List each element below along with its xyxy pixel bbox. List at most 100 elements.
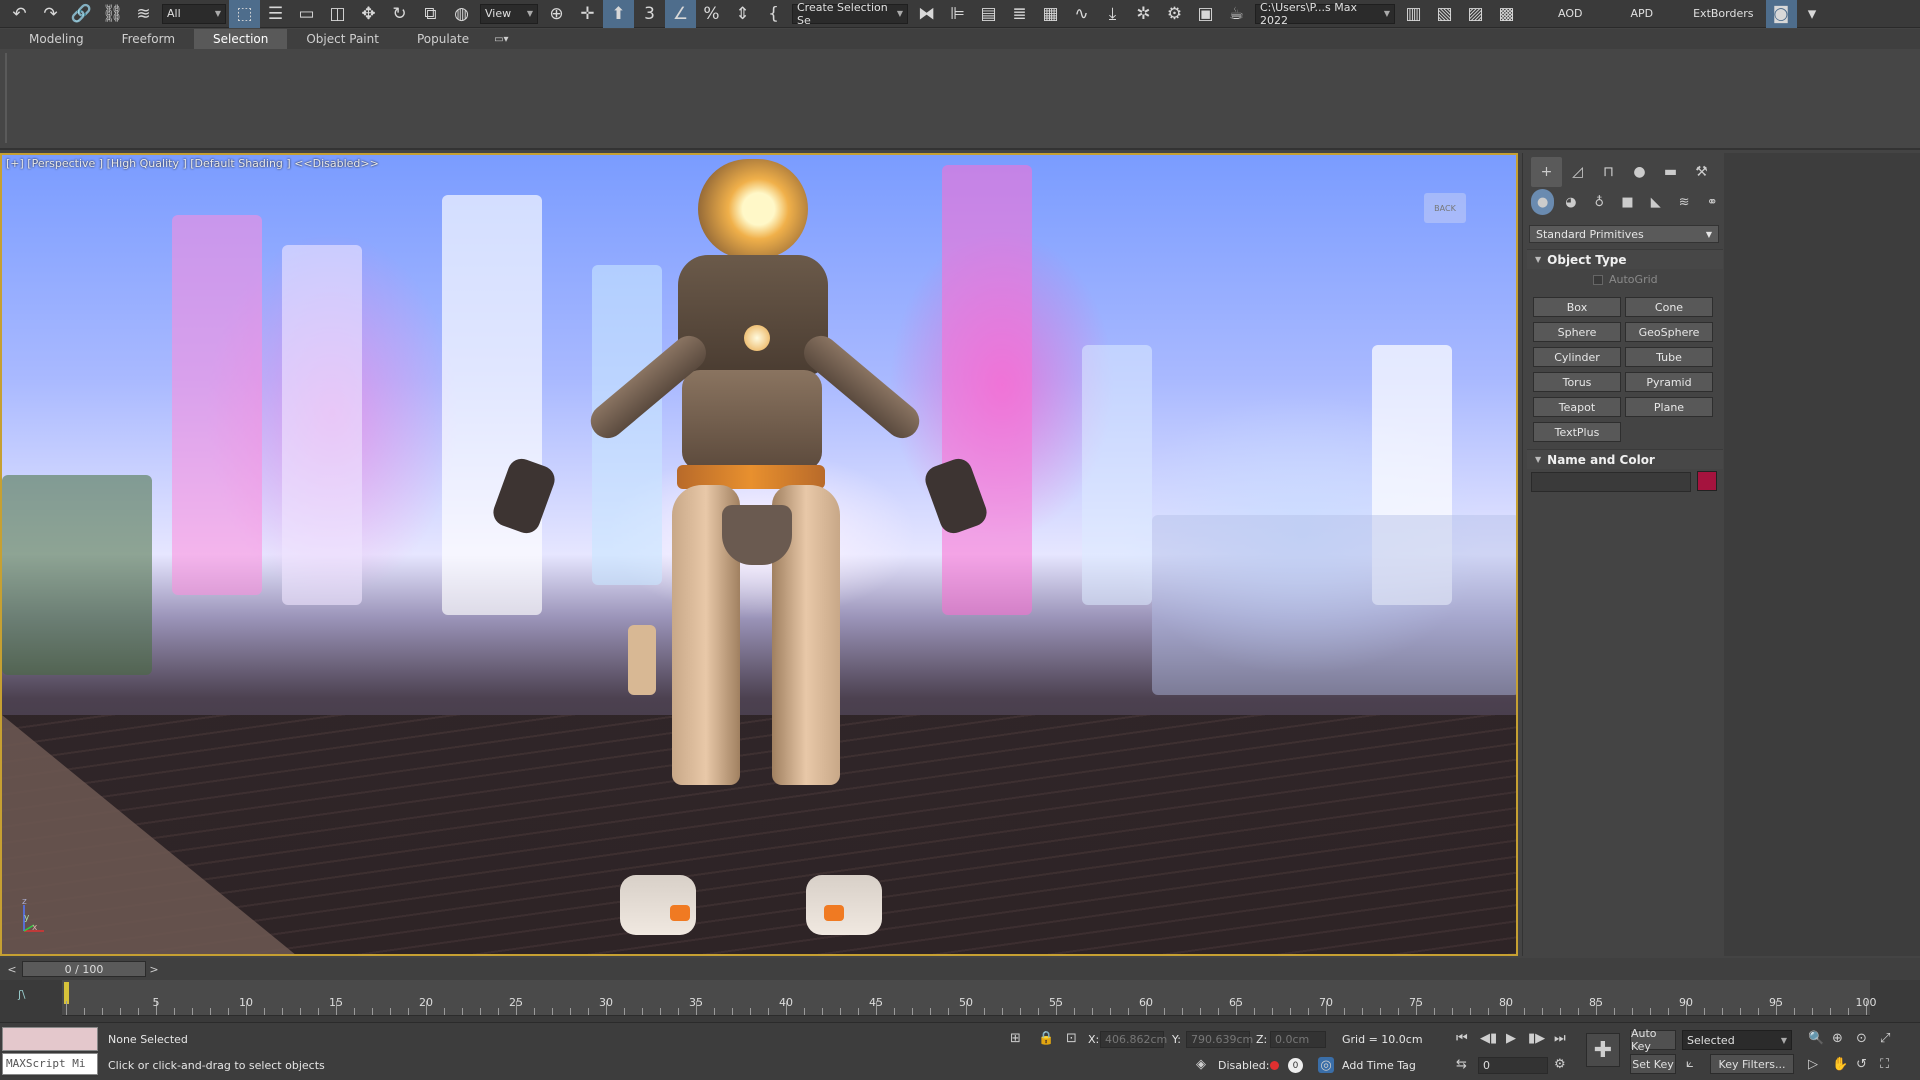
helpers-category-icon[interactable]: ◣ xyxy=(1644,189,1667,215)
select-object-icon[interactable]: ⬚ xyxy=(229,0,260,28)
project-path-dropdown[interactable]: C:\Users\P...s Max 2022 ▼ xyxy=(1255,1,1395,27)
y-coord-input[interactable]: 790.639cm xyxy=(1186,1031,1253,1048)
pan-view-icon[interactable]: ✋ xyxy=(1832,1057,1848,1072)
name-and-color-rollout-header[interactable]: ▼ Name and Color xyxy=(1527,449,1723,469)
edit-named-selection-icon[interactable]: { xyxy=(758,0,789,28)
scene-explorer-icon[interactable]: ▤ xyxy=(973,0,1004,28)
link-icon[interactable]: 🔗 xyxy=(66,0,97,28)
box-button[interactable]: Box xyxy=(1533,297,1621,317)
timer-icon[interactable]: 0 xyxy=(1288,1058,1303,1073)
add-time-tag[interactable]: Add Time Tag xyxy=(1342,1059,1416,1072)
maxscript-output[interactable] xyxy=(2,1027,98,1051)
time-tag-icon[interactable]: ◎ xyxy=(1318,1057,1334,1073)
curve-editor-icon[interactable]: ∿ xyxy=(1066,0,1097,28)
tube-button[interactable]: Tube xyxy=(1625,347,1713,367)
layout-3-icon[interactable]: ▩ xyxy=(1491,0,1522,28)
set-key-big-icon[interactable]: ✚ xyxy=(1586,1033,1620,1067)
keyboard-shortcut-override-icon[interactable]: ⬆ xyxy=(603,0,634,28)
maximize-viewport-icon[interactable]: ⛶ xyxy=(1880,1057,1889,1072)
layout-2-icon[interactable]: ▨ xyxy=(1460,0,1491,28)
motion-tab-icon[interactable]: ● xyxy=(1624,157,1655,187)
sign-in-icon[interactable]: ◙ xyxy=(1765,0,1797,28)
viewport-label[interactable]: [+] [Perspective ] [High Quality ] [Defa… xyxy=(6,157,379,170)
tab-object-paint[interactable]: Object Paint xyxy=(287,29,398,49)
previous-frame-arrow-icon[interactable]: < xyxy=(4,961,20,977)
redo-icon[interactable]: ↷ xyxy=(35,0,66,28)
named-selection-dropdown[interactable]: Create Selection Se ▼ xyxy=(792,1,908,27)
ribbon-options-icon[interactable]: ▭▾ xyxy=(488,29,514,49)
perspective-viewport[interactable]: [+] [Perspective ] [High Quality ] [Defa… xyxy=(0,153,1518,956)
zoom-extents-all-icon[interactable]: ⤢ xyxy=(1880,1031,1890,1046)
cameras-category-icon[interactable]: ■ xyxy=(1616,189,1639,215)
hierarchy-tab-icon[interactable]: ⊓ xyxy=(1593,157,1624,187)
aod-menu[interactable]: AOD xyxy=(1546,0,1594,28)
key-filters-button[interactable]: Key Filters... xyxy=(1710,1054,1794,1074)
schematic-view-icon[interactable]: ⤓ xyxy=(1097,0,1128,28)
create-tab-icon[interactable]: + xyxy=(1531,157,1562,187)
track-bar[interactable]: ʃ\ 5 10 15 20 25 30 35 40 45 50 55 60 65 70 75 80 85 90 95… xyxy=(0,980,1920,1022)
key-mode-toggle-icon[interactable]: ⇆ xyxy=(1456,1057,1467,1072)
align-icon[interactable]: ⊫ xyxy=(942,0,973,28)
next-frame-arrow-icon[interactable]: > xyxy=(146,961,162,977)
current-frame-input[interactable]: 0 xyxy=(1478,1057,1548,1074)
lights-category-icon[interactable]: ♁ xyxy=(1588,189,1611,215)
percent-snap-icon[interactable]: % xyxy=(696,0,727,28)
workspace-icon[interactable]: ▾ xyxy=(1797,0,1828,28)
mirror-icon[interactable]: ⧓ xyxy=(911,0,942,28)
maxscript-input[interactable]: MAXScript Mi xyxy=(2,1053,98,1075)
utilities-tab-icon[interactable]: ⚒ xyxy=(1686,157,1717,187)
render-setup-icon[interactable]: ⚙ xyxy=(1159,0,1190,28)
unlink-icon[interactable]: ⛓ xyxy=(97,0,128,28)
go-to-start-icon[interactable]: ⏮ xyxy=(1456,1031,1468,1046)
key-selection-dropdown[interactable]: Selected ▼ xyxy=(1682,1030,1792,1050)
place-icon[interactable]: ◍ xyxy=(446,0,477,28)
layer-explorer-icon[interactable]: ≣ xyxy=(1004,0,1035,28)
z-coord-input[interactable]: 0.0cm xyxy=(1270,1031,1326,1048)
select-manipulate-icon[interactable]: ✛ xyxy=(572,0,603,28)
tab-selection[interactable]: Selection xyxy=(194,29,288,49)
go-to-end-icon[interactable]: ⏭ xyxy=(1554,1031,1566,1046)
material-editor-icon[interactable]: ✲ xyxy=(1128,0,1159,28)
time-slider[interactable]: 0 / 100 xyxy=(22,961,146,977)
spinner-snap-icon[interactable]: ⇕ xyxy=(727,0,758,28)
field-of-view-icon[interactable]: ▷ xyxy=(1808,1057,1818,1072)
toggle-ribbon-icon[interactable]: ▦ xyxy=(1035,0,1066,28)
maxscript-listener[interactable]: MAXScript Mi xyxy=(2,1027,98,1077)
systems-category-icon[interactable]: ⚭ xyxy=(1701,189,1724,215)
reference-coordinate-dropdown[interactable]: View ▼ xyxy=(480,3,538,24)
cone-button[interactable]: Cone xyxy=(1625,297,1713,317)
angle-snap-icon[interactable]: ∠ xyxy=(665,0,696,28)
project-folder-icon[interactable]: ▥ xyxy=(1398,0,1429,28)
sphere-button[interactable]: Sphere xyxy=(1533,322,1621,342)
object-color-swatch[interactable] xyxy=(1697,471,1717,491)
plane-button[interactable]: Plane xyxy=(1625,397,1713,417)
adaptive-degradation-icon[interactable]: ◈ xyxy=(1196,1057,1206,1072)
curve-editor-toggle-icon[interactable]: ʃ\ xyxy=(18,988,25,1001)
selection-lock-icon[interactable]: 🔒 xyxy=(1038,1031,1054,1046)
shapes-category-icon[interactable]: ◕ xyxy=(1559,189,1582,215)
apd-menu[interactable]: APD xyxy=(1618,0,1665,28)
auto-key-button[interactable]: Auto Key xyxy=(1630,1027,1676,1053)
track-ruler[interactable]: 5 10 15 20 25 30 35 40 45 50 55 60 65 70 75 80 85 90 95 100 xyxy=(62,980,1877,1016)
autogrid-checkbox[interactable]: AutoGrid xyxy=(1593,273,1658,286)
layout-1-icon[interactable]: ▧ xyxy=(1429,0,1460,28)
window-crossing-icon[interactable]: ◫ xyxy=(322,0,353,28)
object-type-rollout-header[interactable]: ▼ Object Type xyxy=(1527,249,1723,269)
render-production-icon[interactable]: ☕ xyxy=(1221,0,1252,28)
viewcube[interactable]: BACK xyxy=(1424,193,1466,223)
tab-freeform[interactable]: Freeform xyxy=(103,29,194,49)
geometry-category-icon[interactable]: ● xyxy=(1531,189,1555,215)
absolute-mode-transform-icon[interactable]: ⊡ xyxy=(1066,1031,1077,1046)
previous-frame-icon[interactable]: ◀▮ xyxy=(1480,1031,1497,1046)
object-name-input[interactable] xyxy=(1531,472,1691,492)
rendered-frame-window-icon[interactable]: ▣ xyxy=(1190,0,1221,28)
default-in-out-tangents-icon[interactable]: ⟀ xyxy=(1686,1056,1694,1071)
bind-space-warp-icon[interactable]: ≋ xyxy=(128,0,159,28)
x-coord-input[interactable]: 406.862cm xyxy=(1100,1031,1167,1048)
tab-modeling[interactable]: Modeling xyxy=(10,29,103,49)
scale-icon[interactable]: ⧉ xyxy=(415,0,446,28)
extborders-menu[interactable]: ExtBorders xyxy=(1681,0,1765,28)
zoom-icon[interactable]: 🔍 xyxy=(1808,1031,1824,1046)
select-by-name-icon[interactable]: ☰ xyxy=(260,0,291,28)
isolate-selection-icon[interactable]: ⊞ xyxy=(1010,1031,1021,1046)
